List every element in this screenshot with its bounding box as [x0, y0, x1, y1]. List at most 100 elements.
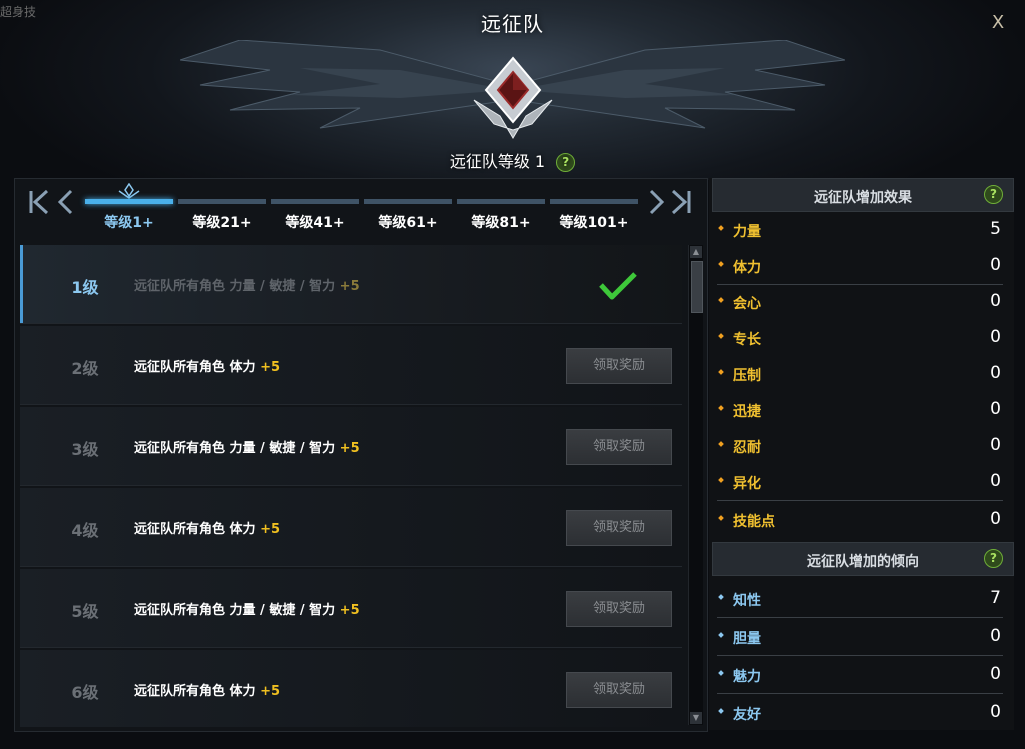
- tendency-stat-row: 友好 0: [717, 695, 1003, 731]
- tab-level-61[interactable]: 等级61+: [364, 199, 452, 239]
- reward-level: 5级: [71, 602, 99, 621]
- first-page-icon[interactable]: [27, 187, 51, 217]
- effect-stat-row: 异化 0: [717, 464, 1003, 501]
- tab-indicator: [550, 199, 638, 204]
- stat-value: 0: [990, 664, 1001, 684]
- stat-name: 压制: [733, 368, 761, 384]
- last-page-icon[interactable]: [669, 187, 693, 217]
- tab-indicator: [85, 199, 173, 204]
- effects-help-icon[interactable]: ?: [984, 185, 1003, 204]
- tab-level-21[interactable]: 等级21+: [178, 199, 266, 239]
- bullet-icon: [718, 333, 724, 339]
- reward-description: 远征队所有角色 力量 / 敏捷 / 智力 +5: [134, 599, 360, 618]
- rank-emblem-icon: [473, 56, 553, 139]
- stat-value: 0: [990, 327, 1001, 347]
- bullet-icon: [718, 369, 724, 375]
- reward-level: 2级: [71, 359, 99, 378]
- reward-row: 1级 远征队所有角色 力量 / 敏捷 / 智力 +5: [20, 245, 682, 324]
- level-tab-bar: 等级1+ 等级21+ 等级41+ 等级61+ 等级81+ 等级101+: [15, 179, 707, 241]
- stat-value: 7: [990, 588, 1001, 608]
- reward-level: 6级: [71, 683, 99, 702]
- stat-name: 魅力: [733, 669, 761, 685]
- tab-level-1[interactable]: 等级1+: [85, 183, 173, 239]
- tab-indicator: [271, 199, 359, 204]
- stat-value: 0: [990, 626, 1001, 646]
- tab-active-emblem-icon: [118, 183, 140, 199]
- tab-indicator: [457, 199, 545, 204]
- reward-text: 远征队所有角色 体力: [134, 684, 256, 699]
- effect-stat-row: 体力 0: [717, 248, 1003, 285]
- stat-value: 0: [990, 509, 1001, 529]
- stat-name: 专长: [733, 332, 761, 348]
- reward-bonus: +5: [260, 684, 281, 699]
- reward-bonus: +5: [339, 279, 360, 294]
- prev-page-icon[interactable]: [53, 187, 77, 217]
- reward-description: 远征队所有角色 体力 +5: [134, 518, 280, 537]
- reward-row: 3级 远征队所有角色 力量 / 敏捷 / 智力 +5 领取奖励: [20, 407, 682, 486]
- close-button[interactable]: X: [987, 12, 1009, 34]
- bullet-icon: [718, 670, 724, 676]
- stat-name: 体力: [733, 260, 761, 276]
- expedition-level-title: 远征队等级 1 ?: [0, 148, 1025, 172]
- claim-reward-button[interactable]: 领取奖励: [566, 429, 672, 465]
- effect-stat-row: 专长 0: [717, 320, 1003, 356]
- bullet-icon: [718, 477, 724, 483]
- stat-name: 技能点: [733, 514, 775, 530]
- wing-ornament-left: [180, 40, 510, 129]
- tab-label: 等级101+: [559, 215, 629, 231]
- level-help-icon[interactable]: ?: [556, 153, 576, 172]
- bullet-icon: [718, 441, 724, 447]
- tab-level-81[interactable]: 等级81+: [457, 199, 545, 239]
- bullet-icon: [718, 632, 724, 638]
- bullet-icon: [718, 261, 724, 267]
- effect-stat-row: 忍耐 0: [717, 428, 1003, 464]
- reward-level: 3级: [71, 440, 99, 459]
- scroll-up-icon[interactable]: ▲: [690, 246, 702, 258]
- effects-title: 远征队增加效果: [814, 190, 912, 206]
- stat-value: 0: [990, 291, 1001, 311]
- tab-indicator: [364, 199, 452, 204]
- stat-value: 0: [990, 399, 1001, 419]
- tab-label: 等级61+: [378, 215, 438, 231]
- reward-row: 2级 远征队所有角色 体力 +5 领取奖励: [20, 326, 682, 405]
- tab-indicator: [178, 199, 266, 204]
- claim-reward-button[interactable]: 领取奖励: [566, 672, 672, 708]
- claim-reward-button[interactable]: 领取奖励: [566, 510, 672, 546]
- effect-stat-row: 压制 0: [717, 356, 1003, 392]
- claimed-check-icon: [599, 272, 637, 300]
- bullet-icon: [718, 297, 724, 303]
- reward-list-scrollbar[interactable]: ▲ ▼: [688, 245, 703, 725]
- stats-panel: 远征队增加效果 ? 力量 5 体力 0 会心 0 专长 0 压制 0 迅捷 0 …: [709, 178, 1014, 730]
- stat-name: 异化: [733, 476, 761, 492]
- reward-text: 远征队所有角色 力量 / 敏捷 / 智力: [134, 279, 336, 294]
- tendencies-help-icon[interactable]: ?: [984, 549, 1003, 568]
- stat-value: 0: [990, 702, 1001, 722]
- reward-bonus: +5: [339, 441, 360, 456]
- claim-reward-button[interactable]: 领取奖励: [566, 591, 672, 627]
- effect-stat-row: 力量 5: [717, 212, 1003, 248]
- reward-description: 远征队所有角色 体力 +5: [134, 356, 280, 375]
- reward-bonus: +5: [260, 522, 281, 537]
- tab-label: 等级81+: [471, 215, 531, 231]
- reward-text: 远征队所有角色 体力: [134, 522, 256, 537]
- claim-reward-button[interactable]: 领取奖励: [566, 348, 672, 384]
- tendencies-title: 远征队增加的倾向: [807, 554, 919, 570]
- bullet-icon: [718, 594, 724, 600]
- scroll-thumb[interactable]: [691, 261, 703, 313]
- reward-bonus: +5: [260, 360, 281, 375]
- reward-text: 远征队所有角色 力量 / 敏捷 / 智力: [134, 441, 336, 456]
- tab-label: 等级21+: [192, 215, 252, 231]
- stat-value: 0: [990, 435, 1001, 455]
- reward-bonus: +5: [339, 603, 360, 618]
- tendencies-header: 远征队增加的倾向 ?: [712, 542, 1014, 576]
- wing-ornament-right: [515, 40, 845, 129]
- scroll-down-icon[interactable]: ▼: [690, 712, 702, 724]
- tab-level-101[interactable]: 等级101+: [550, 199, 638, 239]
- tab-level-41[interactable]: 等级41+: [271, 199, 359, 239]
- reward-level: 1级: [71, 278, 99, 297]
- stat-name: 会心: [733, 296, 761, 312]
- tendency-stat-row: 知性 7: [717, 581, 1003, 618]
- tendency-stat-row: 胆量 0: [717, 619, 1003, 656]
- next-page-icon[interactable]: [645, 187, 669, 217]
- reward-text: 远征队所有角色 体力: [134, 360, 256, 375]
